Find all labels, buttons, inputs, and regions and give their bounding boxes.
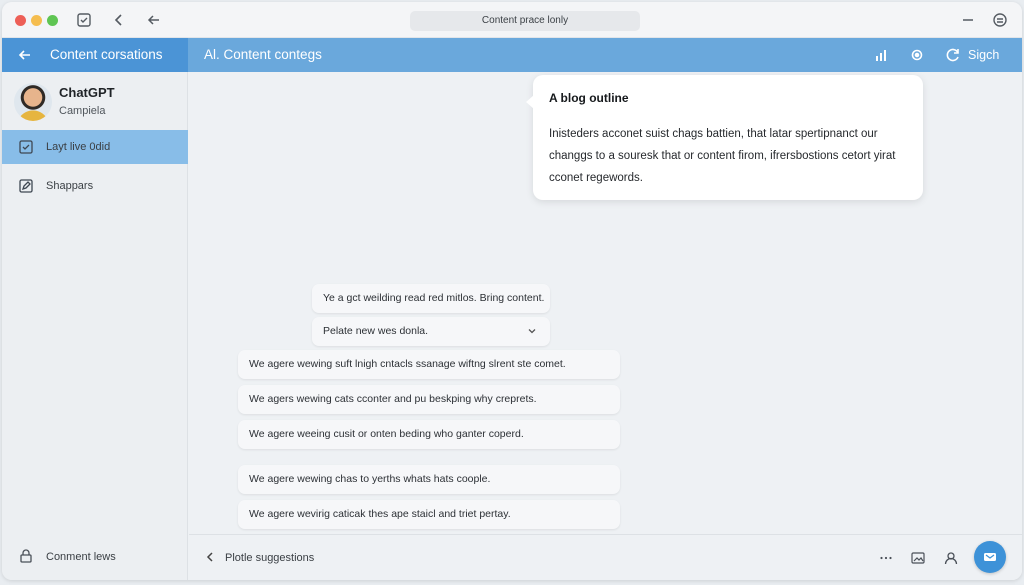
sidebar-item-label: Layt live 0did (46, 141, 111, 153)
back-arrow-icon[interactable] (145, 11, 163, 29)
send-icon (984, 553, 996, 561)
refresh-icon[interactable] (944, 46, 962, 64)
sidebar-title: Content corsations (50, 47, 163, 62)
app-header: Content corsations Al. Content contegs S… (2, 38, 1022, 72)
compose-icon[interactable] (75, 11, 93, 29)
user-name: ChatGPT (59, 85, 115, 100)
suggestion-text: We agers wewing cats cconter and pu besk… (249, 393, 537, 405)
suggestion-dropdown[interactable]: Pelate new wes donla. (312, 317, 550, 346)
suggestion-text: We agere wewing chas to yerths whats hat… (249, 473, 491, 485)
address-bar-text: Content prace lonly (481, 15, 569, 26)
chevron-left-icon[interactable] (110, 11, 128, 29)
suggestion-text: Ye a gct weilding read red mitlos. Bring… (323, 292, 545, 304)
avatar (14, 83, 52, 121)
settings-icon[interactable] (908, 46, 926, 64)
header-left-panel: Content corsations (2, 38, 188, 72)
send-button[interactable] (974, 541, 1006, 573)
chevron-left-icon[interactable] (203, 550, 217, 564)
suggestion-text: We agere weeing cusit or onten beding wh… (249, 428, 524, 440)
close-window-button[interactable] (15, 15, 26, 26)
sidebar-footer[interactable]: Conment lews (2, 534, 188, 580)
more-icon[interactable] (878, 550, 894, 566)
page-title: Al. Content contegs (204, 47, 322, 62)
chart-icon[interactable] (872, 46, 890, 64)
chevron-down-icon (526, 325, 538, 337)
suggestion-chip[interactable]: We agers wewing cats cconter and pu besk… (238, 385, 620, 414)
sidebar-item-label: Shappars (46, 180, 94, 192)
sidebar-item-layt-live[interactable]: Layt live 0did (2, 130, 188, 164)
suggestion-text: Pelate new wes donla. (323, 325, 429, 337)
suggestion-text: We agere wewing suft lnigh cntacls ssana… (249, 358, 566, 370)
app-window: Content prace lonly Content corsations A… (2, 2, 1022, 580)
bottom-bar: Plotle suggestions (189, 534, 1022, 580)
message-title: A blog outline (549, 91, 629, 105)
title-bar: Content prace lonly (2, 2, 1022, 38)
sidebar: ChatGPT Campiela Layt live 0did Shappars (2, 72, 188, 580)
suggestion-text: We agere wevirig caticak thes ape staicl… (249, 508, 511, 520)
suggestion-chip[interactable]: We agere wewing chas to yerths whats hat… (238, 465, 620, 494)
checkbox-icon (18, 139, 34, 155)
message-body: Inisteders acconet suist chags battien, … (549, 128, 896, 184)
main-content: A blog outline Inisteders acconet suist … (189, 72, 1022, 580)
edit-icon (18, 178, 34, 194)
sidebar-footer-label: Conment lews (46, 551, 116, 563)
suggestion-chip[interactable]: We agere weeing cusit or onten beding wh… (238, 420, 620, 449)
suggestion-chip[interactable]: Ye a gct weilding read red mitlos. Bring… (312, 284, 550, 313)
profile-suggestions-label[interactable]: Plotle suggestions (225, 535, 314, 580)
back-arrow-icon[interactable] (16, 46, 34, 64)
lock-icon (18, 548, 34, 564)
assistant-message-bubble: A blog outline Inisteders acconet suist … (526, 75, 923, 200)
person-icon[interactable] (943, 550, 959, 566)
account-icon[interactable] (991, 11, 1009, 29)
maximize-window-button[interactable] (47, 15, 58, 26)
image-icon[interactable] (910, 550, 926, 566)
address-bar[interactable]: Content prace lonly (410, 11, 640, 31)
sign-button[interactable]: Sigch (968, 38, 999, 72)
minimize-window-button[interactable] (31, 15, 42, 26)
suggestion-chip[interactable]: We agere wewing suft lnigh cntacls ssana… (238, 350, 620, 379)
minimize-icon[interactable] (959, 11, 977, 29)
sidebar-item-shappars[interactable]: Shappars (2, 169, 188, 203)
suggestion-chip[interactable]: We agere wevirig caticak thes ape staicl… (238, 500, 620, 529)
user-subtitle: Campiela (59, 105, 106, 117)
